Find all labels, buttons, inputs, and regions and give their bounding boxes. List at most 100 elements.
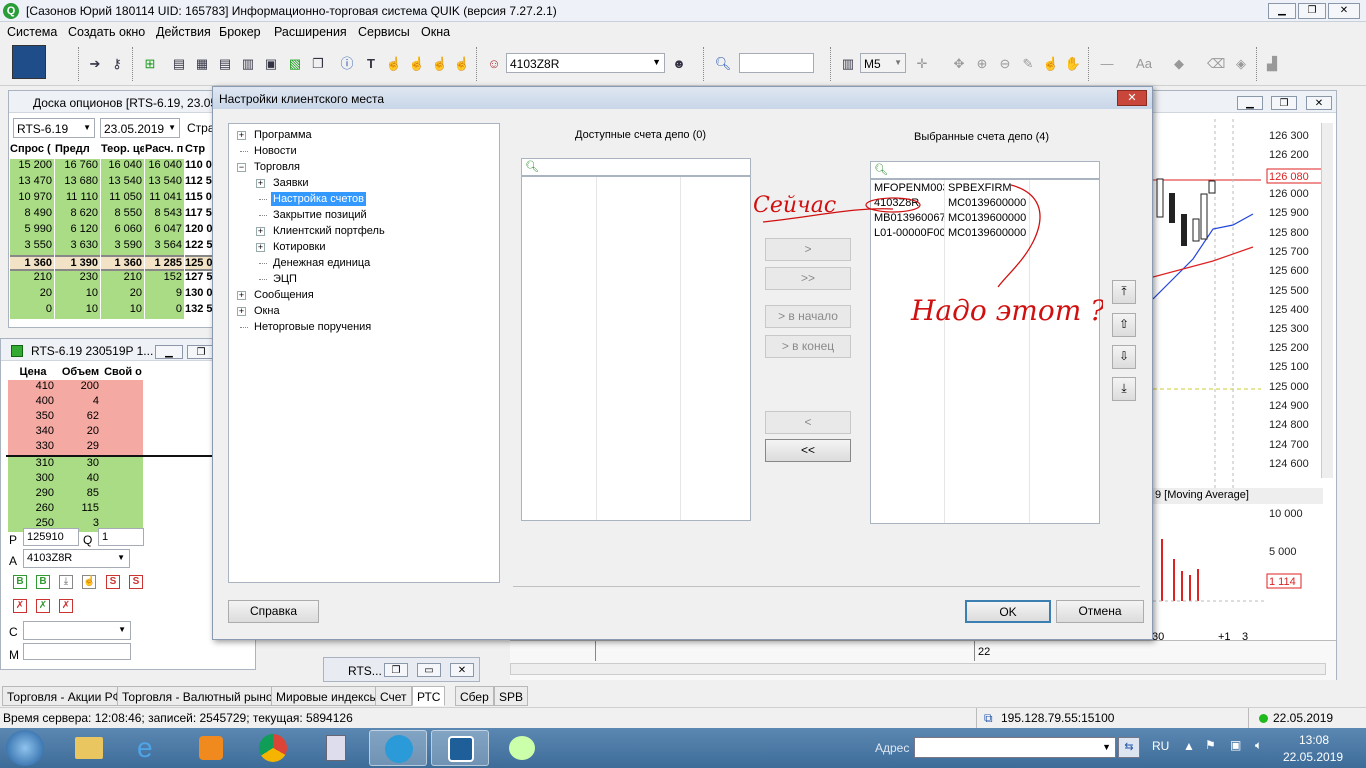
table-icon[interactable]: ▤ (170, 55, 188, 73)
tree-expander-icon[interactable]: + (256, 179, 265, 188)
dialog-close-button[interactable]: ✕ (1117, 90, 1147, 106)
explorer-icon[interactable] (60, 730, 118, 766)
tab-stocks[interactable]: Торговля - Акции РФ (2, 686, 127, 706)
cancel-all-icon[interactable]: ✗ (13, 599, 27, 613)
font-icon[interactable]: Aa (1135, 55, 1153, 73)
tree-expander-icon[interactable]: + (237, 291, 246, 300)
client-icon[interactable]: ☻ (670, 55, 688, 73)
eraser-icon[interactable]: ⌫ (1207, 55, 1225, 73)
ruler-icon[interactable]: ✎ (1019, 55, 1037, 73)
tab-spb[interactable]: SPB (494, 686, 529, 706)
chart-maximize-button[interactable]: ❐ (1271, 96, 1297, 110)
menu-services[interactable]: Сервисы (358, 25, 410, 39)
ask-cell[interactable]: 62 (58, 410, 103, 425)
ok-button[interactable]: OK (965, 600, 1051, 623)
hand4-icon[interactable]: ☝ (453, 55, 471, 73)
tree-item[interactable]: Неторговые поручения (252, 320, 373, 334)
ask-cell[interactable]: 340 (8, 425, 58, 440)
pivo-icon[interactable] (12, 45, 46, 79)
tree-item[interactable]: Окна (252, 304, 282, 318)
tree-item[interactable]: Закрытие позиций (271, 208, 369, 222)
help-button[interactable]: Справка (228, 600, 319, 623)
hand-icon[interactable]: ☝ (385, 55, 403, 73)
app-taskbar-icon[interactable] (431, 730, 489, 766)
sell-icon[interactable]: S (106, 575, 120, 589)
cancel-button[interactable]: Отмена (1056, 600, 1144, 623)
restore-button[interactable]: ❐ (384, 663, 408, 677)
move-button[interactable]: > в начало (765, 305, 851, 328)
search-icon[interactable]: 🔍︎ (714, 55, 732, 73)
move-top-button[interactable]: ⤒ (1112, 280, 1136, 304)
tray-time[interactable]: 13:08 (1299, 733, 1329, 747)
label-icon[interactable]: ◈ (1232, 55, 1250, 73)
volume-icon[interactable]: 🔈︎ (1255, 738, 1262, 753)
cancel-buy-icon[interactable]: ✗ (36, 599, 50, 613)
client-code-select[interactable]: ▼ (23, 621, 131, 640)
minimize-button[interactable]: ▁ (1268, 3, 1296, 19)
menu-system[interactable]: Система (7, 25, 57, 39)
ie-icon[interactable]: e (121, 730, 179, 766)
buy-icon[interactable]: B (13, 575, 27, 589)
media-player-icon[interactable] (182, 730, 240, 766)
move-button[interactable]: < (765, 411, 851, 434)
account-select[interactable]: 4103Z8R ▼ (506, 53, 665, 73)
tree-item[interactable]: Денежная единица (271, 256, 372, 270)
tab-rts[interactable]: РТС (412, 686, 446, 706)
pan-icon[interactable]: ✋ (1064, 55, 1082, 73)
crosshair-icon[interactable]: ✛ (913, 55, 931, 73)
trades-icon[interactable]: ▥ (239, 55, 257, 73)
account-input[interactable]: 4103Z8R ▼ (23, 549, 130, 568)
move-button[interactable]: > в конец (765, 335, 851, 358)
tree-item[interactable]: Сообщения (252, 288, 316, 302)
bid-cell[interactable]: 310 (8, 457, 58, 472)
strategy-tab[interactable]: Стра (187, 121, 215, 135)
add-icon[interactable]: ⊞ (141, 55, 159, 73)
date-select[interactable]: 23.05.2019 ▼ (100, 118, 180, 138)
sell-market-icon[interactable]: S (129, 575, 143, 589)
chart-scrollbar[interactable] (1321, 123, 1333, 478)
ob-minimize-button[interactable]: ▁ (155, 345, 183, 359)
zoom-out-icon[interactable]: ⊖ (996, 55, 1014, 73)
ask-cell[interactable]: 410 (8, 380, 58, 395)
tree-item[interactable]: Котировки (271, 240, 328, 254)
menu-create-window[interactable]: Создать окно (68, 25, 145, 39)
text-icon[interactable]: T (362, 55, 380, 73)
bid-cell[interactable]: 85 (58, 487, 103, 502)
tree-expander-icon[interactable]: + (237, 131, 246, 140)
tree-expander-icon[interactable]: + (256, 243, 265, 252)
chrome-icon[interactable] (244, 730, 302, 766)
hand-tool-icon[interactable]: ☝ (1042, 55, 1060, 73)
chart-close-button[interactable]: ✕ (1306, 96, 1332, 110)
instrument-select[interactable]: RTS-6.19 ▼ (13, 118, 95, 138)
search-input[interactable] (739, 53, 814, 73)
tree-item[interactable]: Новости (252, 144, 299, 158)
move-icon[interactable]: ✥ (950, 55, 968, 73)
tab-indices[interactable]: Мировые индексы (271, 686, 384, 706)
ask-cell[interactable]: 4 (58, 395, 103, 410)
orders-icon[interactable]: ▤ (216, 55, 234, 73)
close-button[interactable]: ✕ (1328, 3, 1360, 19)
tab-account[interactable]: Счет (375, 686, 412, 706)
maximize-button[interactable]: ▭ (417, 663, 441, 677)
move-bottom-button[interactable]: ⤓ (1112, 377, 1136, 401)
tree-item[interactable]: Клиентский портфель (271, 224, 387, 238)
start-button[interactable] (6, 730, 44, 766)
move-button[interactable]: << (765, 439, 851, 462)
hand-order-icon[interactable]: ☝ (82, 575, 96, 589)
buy-market-icon[interactable]: B (36, 575, 50, 589)
indicator-icon[interactable]: ▟ (1263, 55, 1281, 73)
copy-icon[interactable]: ❐ (309, 55, 327, 73)
chart-minimize-button[interactable]: ▁ (1237, 96, 1263, 110)
available-search[interactable]: 🔍︎ (521, 158, 751, 176)
go-icon[interactable]: ⇆ (1118, 737, 1140, 758)
move-button[interactable]: >> (765, 267, 851, 290)
chart-window-icon[interactable]: ▦ (193, 55, 211, 73)
flag-icon[interactable]: ⚑ (1205, 738, 1216, 752)
menu-extensions[interactable]: Расширения (274, 25, 347, 39)
down-icon[interactable]: ⤓ (59, 575, 73, 589)
tree-expander-icon[interactable]: − (237, 163, 246, 172)
tree-expander-icon[interactable]: + (256, 227, 265, 236)
line-icon[interactable]: — (1098, 55, 1116, 73)
tree-item[interactable]: ЭЦП (271, 272, 299, 286)
available-accounts-list[interactable] (521, 176, 751, 521)
